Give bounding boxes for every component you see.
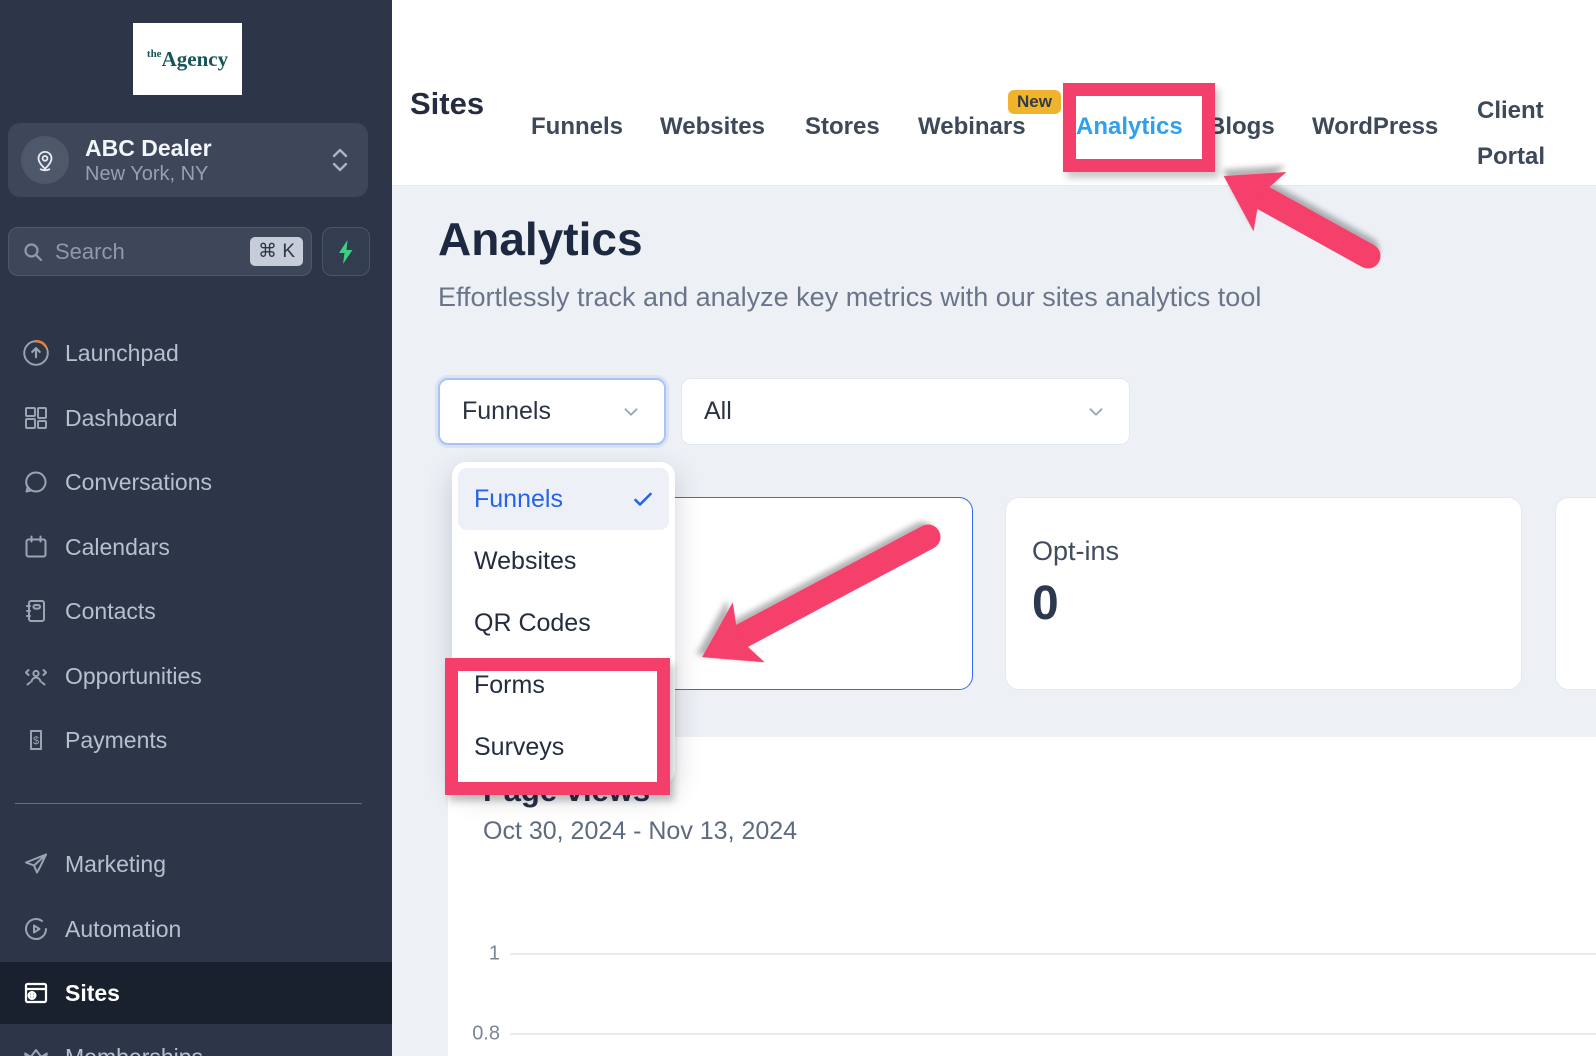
tab-wordpress[interactable]: WordPress xyxy=(1312,113,1438,141)
menu-item-label: Websites xyxy=(474,546,577,575)
calendar-icon xyxy=(21,533,51,561)
chart-date-range: Oct 30, 2024 - Nov 13, 2024 xyxy=(483,817,798,845)
page-subtitle: Effortlessly track and analyze key metri… xyxy=(438,282,1262,312)
menu-item-label: Forms xyxy=(474,670,545,699)
y-axis-tick: 0.8 xyxy=(472,1022,500,1045)
browser-globe-icon xyxy=(21,979,51,1007)
tab-blogs[interactable]: Blogs xyxy=(1208,113,1275,141)
location-pin-icon xyxy=(21,136,69,184)
metric-card-optins[interactable]: Opt-ins 0 xyxy=(1005,497,1522,690)
app-screen: theAgency ABC Dealer New York, NY ⌘ K xyxy=(0,0,1596,1056)
svg-text:$: $ xyxy=(33,735,39,747)
top-navigation-bar: Sites Funnels Websites Stores Webinars N… xyxy=(392,0,1596,186)
menu-item-label: QR Codes xyxy=(474,608,591,637)
sidebar-item-conversations[interactable]: Conversations xyxy=(0,451,392,513)
sidebar-item-payments[interactable]: $ Payments xyxy=(0,709,392,771)
account-location: New York, NY xyxy=(85,162,209,185)
metric-value: 0 xyxy=(1032,577,1059,630)
new-badge: New xyxy=(1008,90,1061,114)
search-box[interactable]: ⌘ K xyxy=(8,227,312,276)
tab-webinars[interactable]: Webinars xyxy=(918,113,1026,141)
search-input[interactable] xyxy=(55,238,225,265)
menu-item-websites[interactable]: Websites xyxy=(458,530,669,592)
crown-icon xyxy=(21,1043,51,1056)
quick-actions-button[interactable] xyxy=(322,227,370,276)
sidebar-item-launchpad[interactable]: Launchpad xyxy=(0,322,392,384)
scope-select[interactable]: All xyxy=(681,378,1130,445)
sidebar-item-sites[interactable]: Sites xyxy=(0,962,392,1024)
dashboard-icon xyxy=(21,404,51,432)
automation-icon xyxy=(21,915,51,943)
sidebar-item-label: Conversations xyxy=(65,468,213,495)
agency-logo: theAgency xyxy=(133,23,242,95)
logo-prefix: the xyxy=(146,47,162,60)
chevron-down-icon xyxy=(1089,407,1103,416)
metric-card-partial[interactable] xyxy=(1555,497,1596,690)
agency-logo-text: theAgency xyxy=(147,47,228,72)
sidebar-item-calendars[interactable]: Calendars xyxy=(0,516,392,578)
chevron-down-icon xyxy=(624,407,638,416)
asset-type-dropdown-menu: Funnels Websites QR Codes Forms Surveys xyxy=(452,462,675,784)
menu-item-label: Funnels xyxy=(474,484,563,513)
sidebar-item-automation[interactable]: Automation xyxy=(0,898,392,960)
sidebar-item-memberships[interactable]: Memberships xyxy=(0,1026,392,1056)
page-title: Analytics xyxy=(438,213,643,265)
page-views-chart-panel: Page views Oct 30, 2024 - Nov 13, 2024 1… xyxy=(448,737,1596,1056)
y-axis-tick: 1 xyxy=(488,942,500,965)
sidebar-item-label: Payments xyxy=(65,726,168,753)
scope-value: All xyxy=(704,397,732,425)
asset-type-value: Funnels xyxy=(462,397,551,425)
account-switcher[interactable]: ABC Dealer New York, NY xyxy=(8,123,368,197)
address-book-icon xyxy=(21,597,51,625)
chat-bubble-icon xyxy=(21,468,51,496)
sidebar-item-label: Calendars xyxy=(65,533,170,560)
sidebar-item-opportunities[interactable]: Opportunities xyxy=(0,645,392,707)
asset-type-select[interactable]: Funnels xyxy=(438,378,666,445)
sidebar-item-label: Launchpad xyxy=(65,339,179,366)
sidebar-item-label: Sites xyxy=(65,979,120,1006)
check-icon xyxy=(631,487,655,511)
payments-icon: $ xyxy=(21,726,51,754)
tab-client-portal-line2: Portal xyxy=(1477,143,1546,170)
tab-websites[interactable]: Websites xyxy=(660,113,765,141)
menu-item-label: Surveys xyxy=(474,732,565,761)
menu-item-forms[interactable]: Forms xyxy=(458,654,669,716)
tab-stores[interactable]: Stores xyxy=(805,113,880,141)
menu-item-funnels[interactable]: Funnels xyxy=(458,468,669,530)
tab-client-portal-line1: Client xyxy=(1477,97,1544,124)
tab-client-portal[interactable]: Client Portal xyxy=(1477,88,1545,180)
opportunities-icon xyxy=(21,662,51,690)
sidebar-divider xyxy=(15,803,362,804)
paper-plane-icon xyxy=(21,850,51,878)
sidebar-item-label: Contacts xyxy=(65,597,156,624)
launchpad-icon xyxy=(21,338,51,368)
sidebar-item-label: Memberships xyxy=(65,1044,203,1056)
sidebar-item-label: Automation xyxy=(65,915,182,942)
logo-name: Agency xyxy=(161,46,229,71)
tab-funnels[interactable]: Funnels xyxy=(531,113,623,141)
sidebar-item-dashboard[interactable]: Dashboard xyxy=(0,387,392,449)
sidebar-item-marketing[interactable]: Marketing xyxy=(0,833,392,895)
metric-label: Opt-ins xyxy=(1032,536,1120,566)
tab-analytics[interactable]: Analytics xyxy=(1076,113,1183,141)
bolt-icon xyxy=(339,239,353,264)
keyboard-shortcut-badge: ⌘ K xyxy=(250,237,303,266)
account-name: ABC Dealer xyxy=(85,134,212,161)
sidebar-item-label: Opportunities xyxy=(65,662,202,689)
menu-item-qr-codes[interactable]: QR Codes xyxy=(458,592,669,654)
gridline xyxy=(510,1033,1596,1035)
search-icon xyxy=(21,240,45,264)
sidebar: theAgency ABC Dealer New York, NY ⌘ K xyxy=(0,0,392,1056)
chevron-updown-icon xyxy=(330,147,350,173)
gridline xyxy=(510,953,1596,955)
account-info: ABC Dealer New York, NY xyxy=(85,134,330,187)
section-title: Sites xyxy=(410,86,485,121)
menu-item-surveys[interactable]: Surveys xyxy=(458,716,669,778)
sidebar-item-label: Marketing xyxy=(65,850,166,877)
sidebar-item-label: Dashboard xyxy=(65,404,178,431)
sidebar-item-contacts[interactable]: Contacts xyxy=(0,580,392,642)
